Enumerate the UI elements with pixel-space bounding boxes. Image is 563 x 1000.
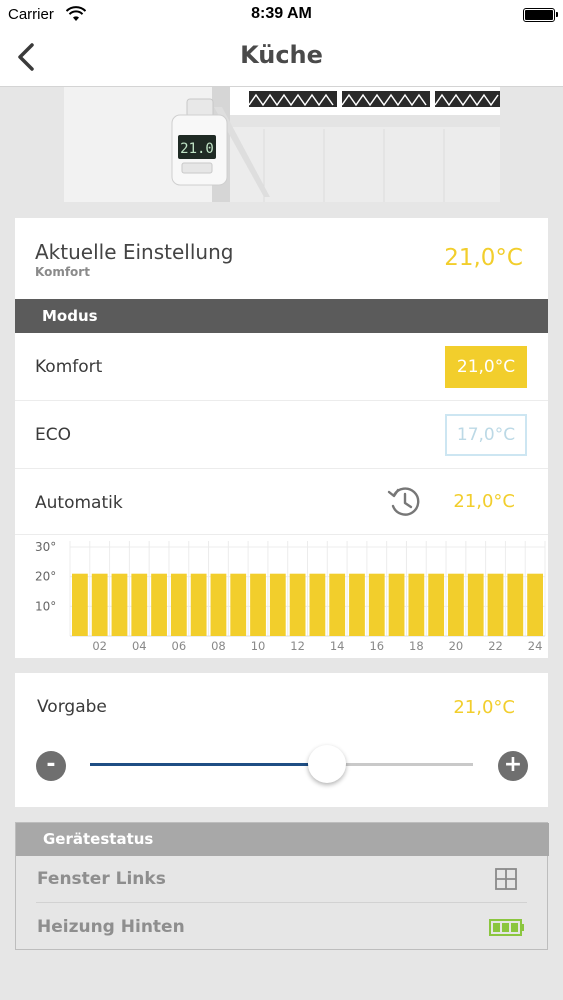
- mode-card: Aktuelle Einstellung Komfort 21,0°C Modu…: [15, 218, 548, 658]
- x-tick-label: 02: [92, 639, 107, 653]
- navigation-bar: Küche: [0, 30, 563, 87]
- decrease-button[interactable]: -: [36, 751, 66, 781]
- mode-row-eco[interactable]: ECO 17,0°C: [15, 401, 548, 469]
- komfort-temp-button[interactable]: 21,0°C: [445, 346, 527, 388]
- schedule-chart: 30° 20° 10° 02 04 06 08 10 12 14 16 18 20 22 24: [35, 540, 546, 653]
- x-tick-label: 08: [211, 639, 226, 653]
- increase-button[interactable]: +: [498, 751, 528, 781]
- status-item-fenster: Fenster Links: [36, 856, 527, 903]
- x-tick-label: 14: [330, 639, 345, 653]
- radiator-illustration: 21.0: [64, 87, 500, 202]
- chart-bar: [131, 573, 148, 636]
- slider-thumb[interactable]: [308, 745, 347, 783]
- chart-bar: [250, 573, 266, 636]
- current-setting-label: Aktuelle Einstellung: [35, 240, 234, 264]
- heizung-label: Heizung Hinten: [37, 917, 185, 937]
- automatik-temp: 21,0°C: [453, 491, 515, 512]
- chart-bar: [487, 573, 504, 636]
- vorgabe-temp: 21,0°C: [453, 697, 515, 718]
- chart-bar: [289, 573, 306, 636]
- page-title: Küche: [240, 41, 323, 69]
- chart-bar: [329, 573, 346, 636]
- chart-bar: [507, 573, 524, 636]
- x-tick-label: 10: [251, 639, 266, 653]
- chart-bar: [448, 573, 464, 636]
- radiator-thermostat-image: 21.0: [64, 87, 500, 202]
- chart-bar: [210, 573, 227, 636]
- chart-bar: [527, 573, 543, 636]
- vorgabe-card: Vorgabe 21,0°C - +: [15, 673, 548, 807]
- y-tick-label: 20°: [35, 570, 56, 584]
- vorgabe-label: Vorgabe: [37, 697, 107, 717]
- chart-bar: [190, 573, 207, 636]
- status-bar: Carrier 8:39 AM: [0, 0, 563, 30]
- x-tick-label: 16: [369, 639, 384, 653]
- thermostat-display-text: 21.0: [180, 141, 214, 157]
- chart-bar: [408, 573, 425, 636]
- status-item-heizung: Heizung Hinten: [16, 904, 547, 951]
- chart-bar: [72, 573, 88, 636]
- chart-bar: [349, 573, 365, 636]
- x-tick-label: 20: [449, 639, 464, 653]
- x-tick-label: 04: [132, 639, 147, 653]
- chart-bar: [428, 573, 445, 636]
- battery-status-icon: [523, 8, 558, 22]
- chart-bar: [111, 573, 128, 636]
- device-status-card: Gerätestatus Fenster Links Heizung Hinte…: [15, 822, 549, 951]
- y-tick-label: 30°: [35, 540, 56, 554]
- x-tick-label: 12: [290, 639, 305, 653]
- mode-row-automatik[interactable]: Automatik 21,0°C: [15, 469, 548, 535]
- clock: 8:39 AM: [251, 5, 312, 22]
- y-tick-label: 10°: [35, 599, 56, 613]
- eco-temp-button[interactable]: 17,0°C: [445, 414, 527, 456]
- eco-label: ECO: [35, 425, 71, 445]
- x-tick-label: 06: [172, 639, 187, 653]
- automatik-label: Automatik: [35, 493, 123, 513]
- komfort-label: Komfort: [35, 357, 103, 377]
- schedule-icon[interactable]: [387, 484, 423, 520]
- mode-row-komfort[interactable]: Komfort 21,0°C: [15, 333, 548, 401]
- chart-bar: [170, 573, 187, 636]
- chart-bar: [269, 573, 286, 636]
- chart-bar: [467, 573, 484, 636]
- window-icon: [495, 868, 517, 890]
- x-tick-label: 18: [409, 639, 424, 653]
- current-setting-mode: Komfort: [35, 265, 90, 279]
- chart-bar: [91, 573, 108, 636]
- chart-bar: [309, 573, 326, 636]
- fenster-label: Fenster Links: [37, 869, 166, 889]
- chart-bar: [368, 573, 385, 636]
- x-tick-label: 24: [528, 639, 543, 653]
- chart-bar: [151, 573, 167, 636]
- slider-fill: [90, 763, 328, 766]
- battery-icon: [489, 919, 524, 936]
- current-setting-temp: 21,0°C: [444, 245, 523, 271]
- chart-bar: [388, 573, 405, 636]
- chart-bar: [230, 573, 247, 636]
- modus-header: Modus: [15, 299, 548, 333]
- x-tick-label: 22: [488, 639, 503, 653]
- temperature-slider[interactable]: [90, 745, 473, 783]
- geraetestatus-header: Gerätestatus: [16, 823, 549, 856]
